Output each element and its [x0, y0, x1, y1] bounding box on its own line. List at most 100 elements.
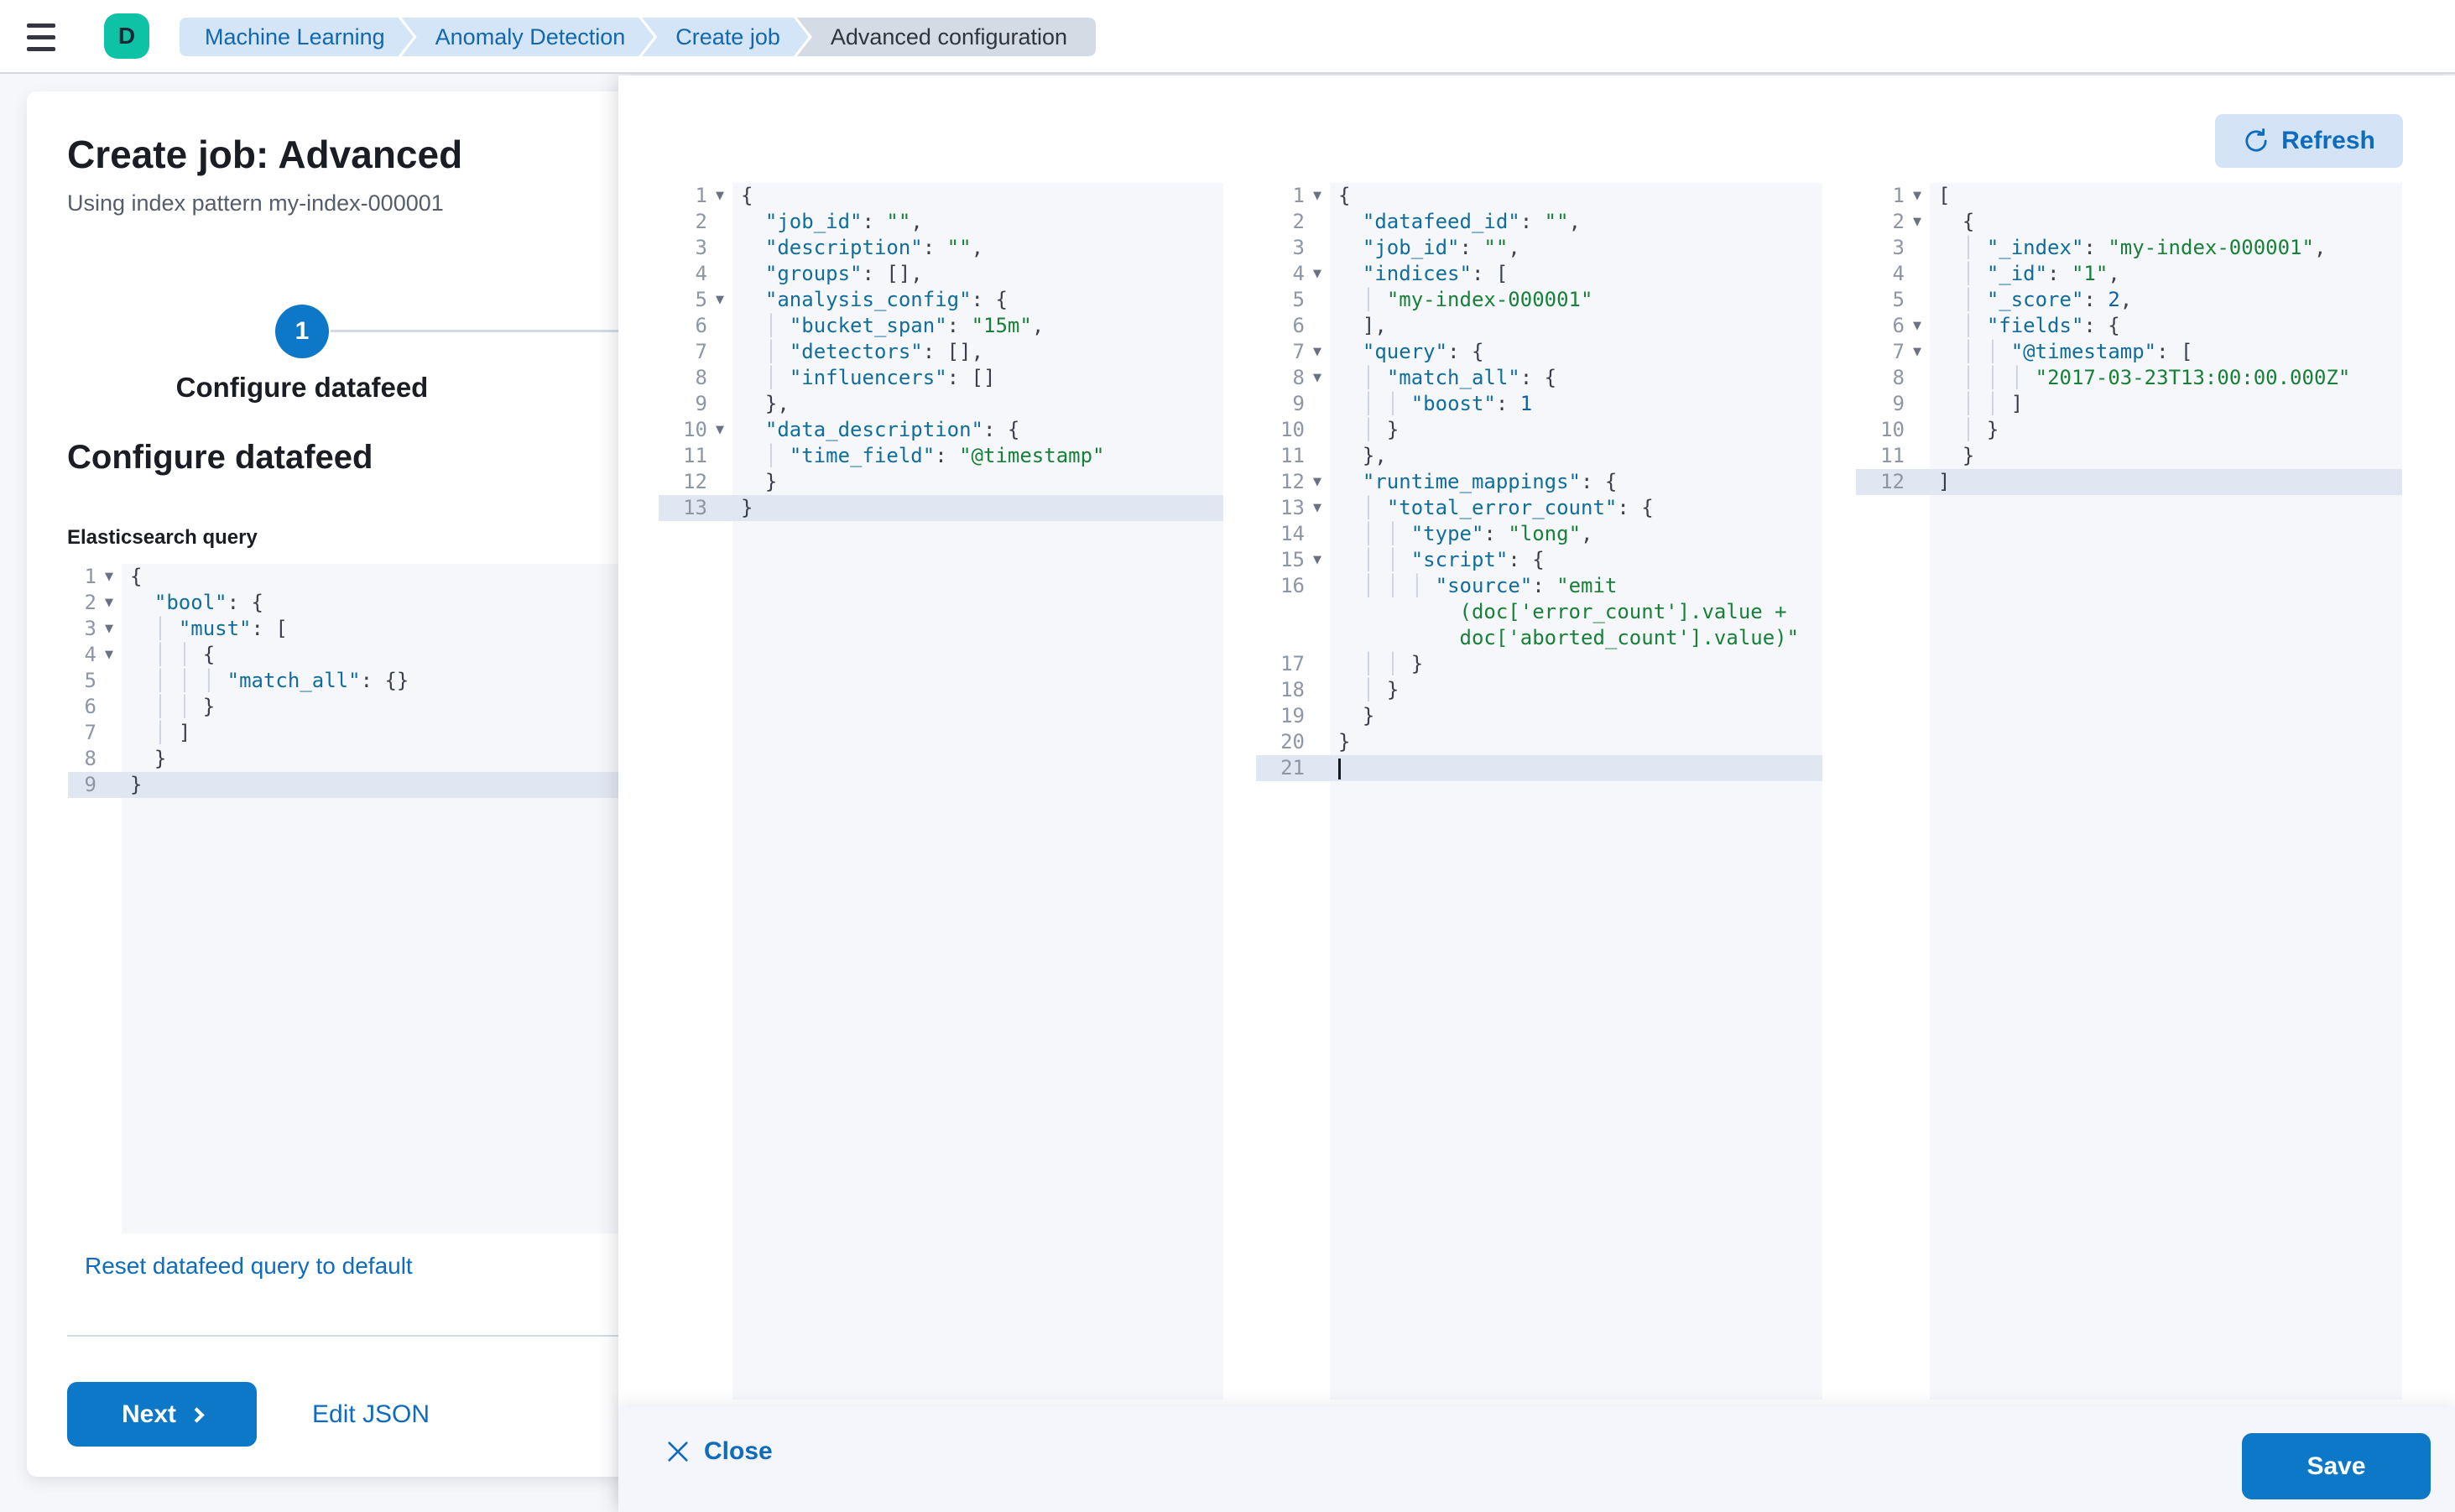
page-title: Create job: Advanced [67, 132, 462, 177]
code-text: "job_id": "", [1330, 235, 1822, 261]
indent-guide: │ [179, 669, 203, 692]
line-number: 1 [85, 564, 96, 590]
line-number: 10 [683, 417, 707, 443]
line-number: 4 [696, 261, 707, 287]
line-number: 9 [85, 772, 96, 798]
indent-guide: │ [1387, 652, 1411, 675]
code-line: 1▼{ [1256, 183, 1822, 209]
line-number: 12 [1880, 469, 1905, 495]
code-line: 6 ], [1256, 313, 1822, 339]
editor-gutter: 8 [1856, 365, 1930, 391]
fold-toggle-icon[interactable]: ▼ [1913, 183, 1921, 209]
index-pattern-subtitle: Using index pattern my-index-000001 [67, 190, 444, 216]
datafeed-preview-editor[interactable]: 1▼[2▼ {3 │ "_index": "my-index-000001",4… [1856, 183, 2402, 1400]
indent-guide: │ [1363, 522, 1387, 545]
fold-toggle-icon[interactable]: ▼ [716, 287, 724, 313]
edit-json-link[interactable]: Edit JSON [312, 1400, 430, 1429]
editor-gutter: 4▼ [68, 642, 122, 668]
editor-gutter: 13 ▼ [1256, 495, 1330, 521]
code-text: │ │ "boost": 1 [1330, 391, 1822, 417]
editor-gutter: 4 [1856, 261, 1930, 287]
indent-guide: │ [765, 340, 790, 363]
indent-guide: │ [179, 695, 203, 718]
fold-toggle-icon[interactable]: ▼ [105, 642, 113, 668]
breadcrumb: Machine LearningAnomaly DetectionCreate … [180, 18, 1096, 56]
fold-toggle-icon[interactable]: ▼ [105, 564, 113, 590]
fold-toggle-icon[interactable]: ▼ [1313, 365, 1321, 391]
code-text: │ │ "script": { [1330, 547, 1822, 573]
code-text: │ } [1930, 417, 2402, 443]
close-button[interactable]: Close [665, 1437, 773, 1466]
line-number: 10 [1880, 417, 1905, 443]
code-text: "datafeed_id": "", [1330, 209, 1822, 235]
code-text: { [1330, 183, 1822, 209]
fold-toggle-icon[interactable]: ▼ [716, 183, 724, 209]
indent-guide: │ [154, 695, 179, 718]
indent-guide: │ [1962, 392, 1987, 415]
code-text: ], [1330, 313, 1822, 339]
line-number: 6 [85, 694, 96, 720]
line-number: 13 [1280, 495, 1305, 521]
fold-toggle-icon[interactable]: ▼ [1313, 339, 1321, 365]
line-number: 12 [1280, 469, 1305, 495]
fold-toggle-icon[interactable]: ▼ [716, 417, 724, 443]
indent-guide: │ [154, 669, 179, 692]
code-text: │ "detectors": [], [732, 339, 1223, 365]
breadcrumb-item-create-job[interactable]: Create job [642, 18, 809, 56]
code-line: 9 }, [659, 391, 1223, 417]
indent-guide: │ [179, 643, 203, 666]
line-number: 7 [85, 720, 96, 746]
elasticsearch-query-label: Elasticsearch query [67, 526, 258, 550]
fold-toggle-icon[interactable]: ▼ [105, 590, 113, 616]
breadcrumb-item-anomaly-detection[interactable]: Anomaly Detection [402, 18, 654, 56]
fold-toggle-icon[interactable]: ▼ [1913, 339, 1921, 365]
fold-toggle-icon[interactable]: ▼ [1313, 469, 1321, 495]
datafeed-configuration-json-editor[interactable]: 1▼{2 "datafeed_id": "",3 "job_id": "",4▼… [1256, 183, 1822, 1400]
save-button[interactable]: Save [2242, 1433, 2431, 1499]
breadcrumb-item-machine-learning[interactable]: Machine Learning [180, 18, 414, 56]
code-line: 12 } [659, 469, 1223, 495]
code-text: doc['aborted_count'].value)" [1330, 625, 1822, 651]
indent-guide: │ [1363, 418, 1387, 441]
advanced-json-flyout: Job configuration JSON Datafeed configur… [618, 76, 2455, 1512]
code-text: [ [1930, 183, 2402, 209]
code-line: 11 │ "time_field": "@timestamp" [659, 443, 1223, 469]
indent-guide: │ [1987, 366, 2011, 389]
line-number: 4 [1293, 261, 1305, 287]
fold-toggle-icon[interactable]: ▼ [105, 616, 113, 642]
line-number: 8 [1293, 365, 1305, 391]
menu-hamburger-icon[interactable] [27, 17, 67, 57]
indent-guide: │ [1962, 366, 1987, 389]
code-text: │ "match_all": { [1330, 365, 1822, 391]
step-1-indicator[interactable]: 1 [275, 305, 329, 358]
code-line: 11 } [1856, 443, 2402, 469]
fold-toggle-icon[interactable]: ▼ [1313, 495, 1321, 521]
code-line: 4▼ "indices": [ [1256, 261, 1822, 287]
code-line: 6 │ "bucket_span": "15m", [659, 313, 1223, 339]
line-number: 2 [85, 590, 96, 616]
indent-guide: │ [1387, 392, 1411, 415]
fold-toggle-icon[interactable]: ▼ [1313, 183, 1321, 209]
fold-toggle-icon[interactable]: ▼ [1313, 547, 1321, 573]
code-text: │ } [1330, 677, 1822, 703]
line-number: 7 [696, 339, 707, 365]
deployment-avatar[interactable]: D [104, 13, 149, 59]
line-number: 2 [1893, 209, 1905, 235]
fold-toggle-icon[interactable]: ▼ [1313, 261, 1321, 287]
editor-gutter [1256, 599, 1330, 625]
editor-gutter: 8 [659, 365, 732, 391]
job-configuration-json-editor[interactable]: 1▼{2 "job_id": "",3 "description": "",4 … [659, 183, 1223, 1400]
indent-guide: │ [1962, 288, 1987, 311]
refresh-button[interactable]: Refresh [2215, 114, 2403, 168]
editor-gutter [1256, 625, 1330, 651]
line-number: 11 [1880, 443, 1905, 469]
reset-datafeed-query-link[interactable]: Reset datafeed query to default [85, 1253, 413, 1280]
line-number: 19 [1280, 703, 1305, 729]
fold-toggle-icon[interactable]: ▼ [1913, 313, 1921, 339]
editor-gutter: 12 [1856, 469, 1930, 495]
line-number: 13 [683, 495, 707, 521]
next-button[interactable]: Next [67, 1382, 257, 1447]
editor-gutter: 5 [1256, 287, 1330, 313]
code-line: 17 │ │ } [1256, 651, 1822, 677]
fold-toggle-icon[interactable]: ▼ [1913, 209, 1921, 235]
